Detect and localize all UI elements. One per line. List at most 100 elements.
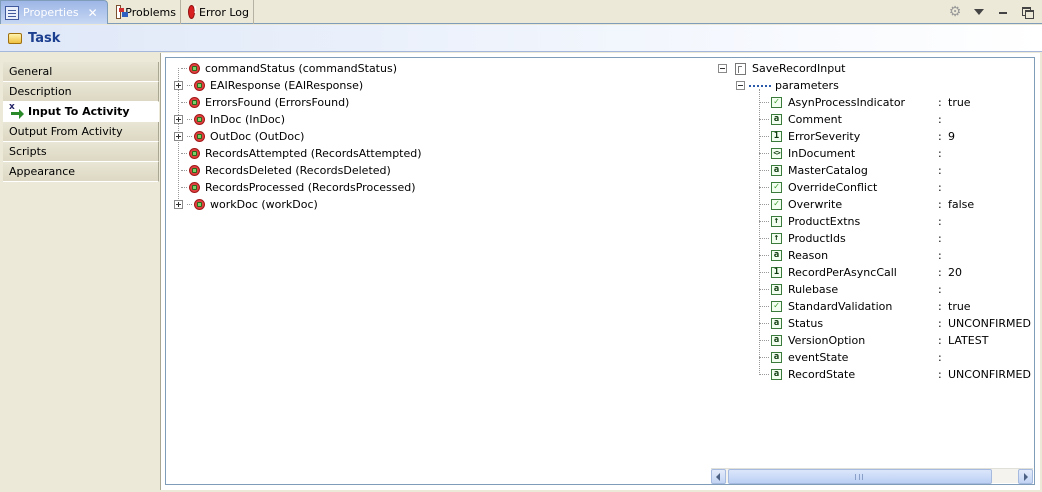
close-icon[interactable]: ✕ — [88, 6, 98, 20]
restore-icon[interactable] — [1020, 5, 1034, 19]
tree-item-variable[interactable]: RecordsProcessed (RecordsProcessed) — [174, 179, 416, 196]
section-tab-description[interactable]: Description — [3, 82, 159, 102]
pin-icon[interactable]: ⚙ — [948, 5, 962, 19]
section-tab-output-from-activity[interactable]: Output From Activity — [3, 122, 159, 142]
scroll-left-button[interactable] — [711, 469, 726, 484]
process-variable-icon — [189, 63, 200, 74]
string-type-icon — [771, 114, 782, 125]
document-type-icon — [771, 148, 782, 159]
tab-properties-label: Properties — [23, 6, 79, 19]
parameter-value[interactable]: LATEST — [948, 332, 988, 349]
section-tab-label: Output From Activity — [9, 125, 123, 138]
tree-item-parameter[interactable]: Comment: — [759, 111, 948, 128]
expand-icon[interactable] — [174, 81, 183, 90]
task-icon — [8, 32, 22, 44]
section-tab-label: Input To Activity — [28, 105, 130, 118]
parameter-value[interactable]: UNCONFIRMED — [948, 366, 1031, 383]
integer-type-icon — [771, 131, 782, 142]
tree-item-parameters[interactable]: parameters — [736, 77, 839, 94]
parameter-value[interactable]: true — [948, 94, 971, 111]
parameter-name: Status — [788, 317, 824, 330]
collapse-icon[interactable] — [736, 81, 745, 90]
expand-icon[interactable] — [174, 132, 183, 141]
tree-item-parameter[interactable]: eventState: — [759, 349, 948, 366]
parameter-name: Comment — [788, 113, 842, 126]
parameter-value[interactable]: 9 — [948, 128, 955, 145]
string-type-icon — [771, 250, 782, 261]
tree-item-variable[interactable]: workDoc (workDoc) — [174, 196, 318, 213]
tree-item-variable[interactable]: RecordsDeleted (RecordsDeleted) — [174, 162, 391, 179]
parameter-name: OverrideConflict — [788, 181, 878, 194]
expand-icon[interactable] — [174, 200, 183, 209]
variable-label: RecordsProcessed (RecordsProcessed) — [205, 181, 416, 194]
variable-label: EAIResponse (EAIResponse) — [210, 79, 364, 92]
process-variable-icon — [194, 131, 205, 142]
section-tab-appearance[interactable]: Appearance — [3, 162, 159, 182]
tree-item-parameter[interactable]: OverrideConflict: — [759, 179, 948, 196]
tree-item-parameter[interactable]: Rulebase: — [759, 281, 948, 298]
tree-item-variable[interactable]: InDoc (InDoc) — [174, 111, 285, 128]
tree-item-variable[interactable]: ErrorsFound (ErrorsFound) — [174, 94, 349, 111]
tree-item-parameter[interactable]: Overwrite: false — [759, 196, 974, 213]
parameter-value[interactable]: true — [948, 298, 971, 315]
section-tab-input-to-activity[interactable]: Input To Activity — [3, 102, 159, 122]
tree-item-root[interactable]: SaveRecordInput — [718, 60, 846, 77]
parameters-label: parameters — [775, 79, 839, 92]
string-type-icon — [771, 284, 782, 295]
string-type-icon — [771, 318, 782, 329]
tree-item-parameter[interactable]: Reason: — [759, 247, 948, 264]
tree-item-parameter[interactable]: RecordPerAsyncCall: 20 — [759, 264, 962, 281]
parameter-value[interactable]: false — [948, 196, 974, 213]
tree-item-parameter[interactable]: ProductExtns: — [759, 213, 948, 230]
tab-properties[interactable]: Properties ✕ — [0, 0, 108, 24]
tree-item-parameter[interactable]: MasterCatalog: — [759, 162, 948, 179]
tree-item-parameter[interactable]: ProductIds: — [759, 230, 948, 247]
process-variable-icon — [194, 199, 205, 210]
expand-icon[interactable] — [174, 115, 183, 124]
scroll-right-button[interactable] — [1018, 469, 1033, 484]
view-tab-bar: Properties ✕ Problems Error Log ⚙ — [0, 0, 1042, 24]
parameter-name: StandardValidation — [788, 300, 893, 313]
parameter-value[interactable]: 20 — [948, 264, 962, 281]
tree-item-variable[interactable]: OutDoc (OutDoc) — [174, 128, 304, 145]
tab-error-log-label: Error Log — [199, 5, 249, 19]
tree-item-parameter[interactable]: VersionOption: LATEST — [759, 332, 988, 349]
error-log-icon — [188, 5, 198, 19]
tree-item-parameter[interactable]: AsynProcessIndicator: true — [759, 94, 971, 111]
string-type-icon — [771, 165, 782, 176]
input-mapping-panel: commandStatus (commandStatus) EAIRespons… — [160, 53, 1040, 490]
section-tab-scripts[interactable]: Scripts — [3, 142, 159, 162]
parameter-name: RecordState — [788, 368, 856, 381]
section-tab-list: General Description Input To Activity Ou… — [3, 62, 159, 492]
tab-problems-label: Problems — [125, 5, 176, 19]
tree-item-variable[interactable]: RecordsAttempted (RecordsAttempted) — [174, 145, 422, 162]
minimize-icon[interactable] — [996, 5, 1010, 19]
integer-type-icon — [771, 267, 782, 278]
tab-error-log[interactable]: Error Log — [184, 0, 254, 24]
parameter-name: MasterCatalog — [788, 164, 868, 177]
tree-item-variable[interactable]: commandStatus (commandStatus) — [174, 60, 397, 77]
page-title: Task — [28, 30, 61, 46]
tab-problems[interactable]: Problems — [112, 0, 181, 24]
tree-item-parameter[interactable]: Status: UNCONFIRMED — [759, 315, 1031, 332]
collapse-icon[interactable] — [718, 64, 727, 73]
variable-label: RecordsAttempted (RecordsAttempted) — [205, 147, 422, 160]
view-toolbar: ⚙ — [948, 3, 1034, 21]
parameter-value[interactable]: UNCONFIRMED — [948, 315, 1031, 332]
tree-item-variable[interactable]: EAIResponse (EAIResponse) — [174, 77, 363, 94]
process-variable-icon — [189, 165, 200, 176]
parameter-name: VersionOption — [788, 334, 866, 347]
view-menu-icon[interactable] — [972, 5, 986, 19]
scrollbar-thumb[interactable] — [728, 469, 992, 484]
variable-label: ErrorsFound (ErrorsFound) — [205, 96, 350, 109]
tree-item-parameter[interactable]: RecordState: UNCONFIRMED — [759, 366, 1031, 383]
variable-label: commandStatus (commandStatus) — [205, 62, 397, 75]
section-tab-general[interactable]: General — [3, 62, 159, 82]
tree-item-parameter[interactable]: StandardValidation: true — [759, 298, 971, 315]
horizontal-scrollbar[interactable] — [711, 468, 1033, 484]
boolean-type-icon — [771, 182, 782, 193]
tree-item-parameter[interactable]: ErrorSeverity: 9 — [759, 128, 955, 145]
tree-item-parameter[interactable]: InDocument: — [759, 145, 948, 162]
root-label: SaveRecordInput — [752, 62, 846, 75]
process-variable-icon — [194, 114, 205, 125]
